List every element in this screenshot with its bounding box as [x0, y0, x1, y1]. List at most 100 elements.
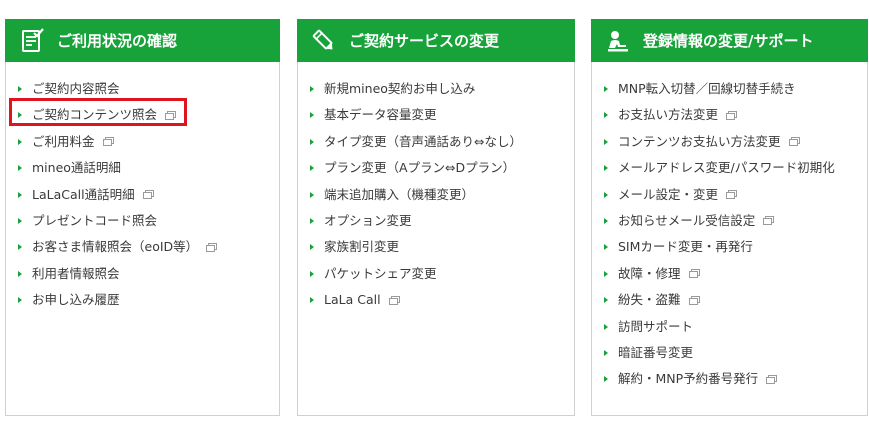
menu-item-payment-method[interactable]: お支払い方法変更 [592, 102, 867, 128]
menu-item-label: 解約・MNP予約番号発行 [618, 371, 759, 387]
arrow-right-icon [18, 138, 22, 145]
pencil-icon [311, 28, 337, 54]
arrow-right-icon [604, 138, 608, 145]
menu-item-option-change[interactable]: オプション変更 [298, 208, 574, 234]
menu-item-label: 端末追加購入（機種変更） [324, 186, 475, 202]
menu-item-mineo-call-details[interactable]: mineo通話明細 [6, 155, 279, 181]
arrow-right-icon [18, 191, 22, 198]
menu-item-label: ご契約内容照会 [32, 81, 120, 96]
external-window-icon [165, 110, 177, 120]
external-window-icon [102, 137, 114, 147]
arrow-right-icon [604, 376, 608, 383]
panel-title: 登録情報の変更/サポート [643, 32, 814, 50]
menu-item-label: LaLaCall通話明細 [32, 186, 135, 202]
external-window-icon [766, 374, 778, 384]
person-desk-icon [605, 28, 631, 54]
menu-item-device-purchase[interactable]: 端末追加購入（機種変更） [298, 182, 574, 208]
menu-item-label: MNP転入切替／回線切替手続き [618, 81, 796, 96]
external-window-icon [688, 295, 700, 305]
panel-usage-status: ご利用状況の確認 ご契約内容照会 ご契約コンテンツ照会 ご利用料金 mineo通… [5, 19, 280, 416]
arrow-right-icon [18, 217, 22, 224]
menu-item-user-info[interactable]: 利用者情報照会 [6, 261, 279, 287]
menu-item-sim-card[interactable]: SIMカード変更・再発行 [592, 234, 867, 260]
menu-item-mnp-switch[interactable]: MNP転入切替／回線切替手続き [592, 76, 867, 102]
menu-item-email-password[interactable]: メールアドレス変更/パスワード初期化 [592, 155, 867, 181]
menu-item-label: メールアドレス変更/パスワード初期化 [618, 160, 835, 176]
menu-item-content-payment[interactable]: コンテンツお支払い方法変更 [592, 129, 867, 155]
external-window-icon [726, 190, 738, 200]
external-window-icon [142, 190, 154, 200]
arrow-right-icon [310, 217, 314, 224]
menu-item-contract-details[interactable]: ご契約内容照会 [6, 76, 279, 102]
menu-item-label: タイプ変更（音声通話あり⇔なし） [324, 133, 522, 149]
menu-item-notification-mail[interactable]: お知らせメール受信設定 [592, 208, 867, 234]
menu-item-label: お支払い方法変更 [618, 107, 719, 123]
menu-item-family-discount[interactable]: 家族割引変更 [298, 234, 574, 260]
menu-item-pin-change[interactable]: 暗証番号変更 [592, 340, 867, 366]
panel-header: 登録情報の変更/サポート [591, 19, 868, 62]
arrow-right-icon [18, 244, 22, 251]
menu-item-label: お客さま情報照会（eoID等） [32, 239, 199, 255]
external-window-icon [688, 269, 700, 279]
arrow-right-icon [604, 244, 608, 251]
menu-item-label: パケットシェア変更 [324, 265, 437, 281]
arrow-right-icon [18, 270, 22, 277]
menu-item-repair[interactable]: 故障・修理 [592, 261, 867, 287]
menu-item-new-contract[interactable]: 新規mineo契約お申し込み [298, 76, 574, 102]
menu-item-plan-change[interactable]: プラン変更（Aプラン⇔Dプラン） [298, 155, 574, 181]
arrow-right-icon [310, 297, 314, 304]
menu-item-label: 基本データ容量変更 [324, 107, 437, 123]
menu-item-cancel-mnp[interactable]: 解約・MNP予約番号発行 [592, 366, 867, 392]
menu-item-data-capacity[interactable]: 基本データ容量変更 [298, 102, 574, 128]
menu-item-lalacall-call-details[interactable]: LaLaCall通話明細 [6, 182, 279, 208]
menu-list: MNP転入切替／回線切替手続き お支払い方法変更 コンテンツお支払い方法変更 メ… [592, 76, 867, 393]
menu-item-application-history[interactable]: お申し込み履歴 [6, 287, 279, 313]
external-window-icon [763, 216, 775, 226]
arrow-right-icon [604, 217, 608, 224]
panel-header: ご利用状況の確認 [5, 19, 280, 62]
menu-item-label: SIMカード変更・再発行 [618, 239, 753, 255]
menu-item-label: 家族割引変更 [324, 239, 400, 255]
menu-list: ご契約内容照会 ご契約コンテンツ照会 ご利用料金 mineo通話明細 LaLaC… [6, 76, 279, 314]
menu-item-present-code[interactable]: プレゼントコード照会 [6, 208, 279, 234]
external-window-icon [726, 110, 738, 120]
arrow-right-icon [310, 112, 314, 119]
arrow-right-icon [310, 86, 314, 92]
menu-item-lost-stolen[interactable]: 紛失・盗難 [592, 287, 867, 313]
menu-item-type-change[interactable]: タイプ変更（音声通話あり⇔なし） [298, 129, 574, 155]
menu-item-label: 故障・修理 [618, 265, 681, 281]
arrow-right-icon [604, 349, 608, 356]
panel-title: ご利用状況の確認 [57, 32, 178, 50]
arrow-right-icon [18, 297, 22, 304]
menu-item-lala-call[interactable]: LaLa Call [298, 287, 574, 313]
arrow-right-icon [604, 323, 608, 330]
panel-header: ご契約サービスの変更 [297, 19, 575, 62]
menu-item-label: ご利用料金 [32, 133, 95, 149]
external-window-icon [388, 295, 400, 305]
menu-item-mail-settings[interactable]: メール設定・変更 [592, 182, 867, 208]
external-window-icon [206, 242, 218, 252]
menu-item-visit-support[interactable]: 訪問サポート [592, 314, 867, 340]
panel-title: ご契約サービスの変更 [349, 32, 500, 50]
menu-item-contract-contents[interactable]: ご契約コンテンツ照会 [6, 102, 279, 128]
arrow-right-icon [604, 165, 608, 172]
menu-item-label: 利用者情報照会 [32, 265, 120, 281]
menu-item-customer-info[interactable]: お客さま情報照会（eoID等） [6, 234, 279, 260]
menu-item-packet-share[interactable]: パケットシェア変更 [298, 261, 574, 287]
arrow-right-icon [604, 297, 608, 304]
external-window-icon [788, 137, 800, 147]
menu-item-label: プレゼントコード照会 [32, 212, 158, 228]
panel-service-change: ご契約サービスの変更 新規mineo契約お申し込み 基本データ容量変更 タイプ変… [297, 19, 575, 416]
arrow-right-icon [604, 112, 608, 119]
menu-list: 新規mineo契約お申し込み 基本データ容量変更 タイプ変更（音声通話あり⇔なし… [298, 76, 574, 314]
arrow-right-icon [18, 112, 22, 119]
arrow-right-icon [18, 165, 22, 172]
arrow-right-icon [310, 138, 314, 145]
menu-item-label: コンテンツお支払い方法変更 [618, 133, 781, 149]
arrow-right-icon [310, 270, 314, 277]
menu-item-label: LaLa Call [324, 292, 381, 308]
arrow-right-icon [604, 86, 608, 92]
menu-item-usage-fee[interactable]: ご利用料金 [6, 129, 279, 155]
arrow-right-icon [18, 86, 22, 92]
menu-item-label: お知らせメール受信設定 [618, 212, 756, 228]
